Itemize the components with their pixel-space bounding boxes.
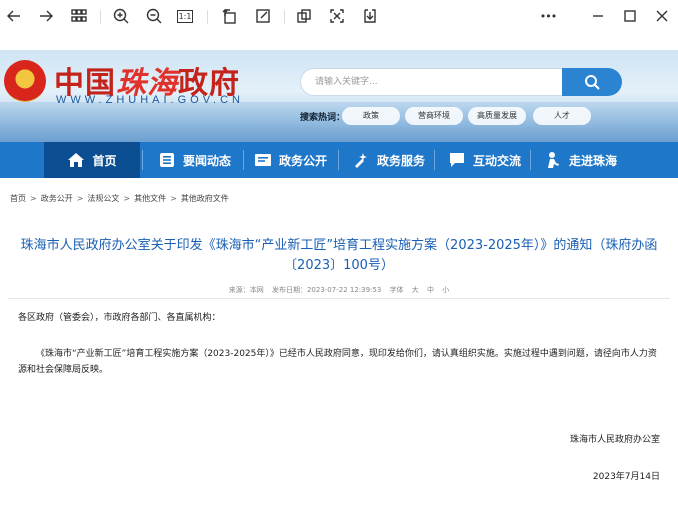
hot-tag[interactable]: 高质量发展 [468,107,526,125]
article-meta: 来源：本网 发布日期：2023-07-22 12:39:53 字体 大 中 小 [0,285,678,295]
meta-date: 发布日期：2023-07-22 12:39:53 [271,286,382,294]
article-body: 《珠海市“产业新工匠”培育工程实施方案（2023-2025年）》已经市人民政府同… [18,349,657,375]
hot-tag[interactable]: 营商环境 [405,107,463,125]
breadcrumb-separator: > [170,194,177,203]
breadcrumb-separator: > [30,194,37,203]
national-emblem-icon [4,60,46,102]
viewer-toolbar: 1:1 ••• [0,0,678,32]
zoom-out-icon[interactable] [144,6,164,26]
logo-url: WWW.ZHUHAI.GOV.CN [56,94,244,106]
fit-screen-icon[interactable] [327,6,347,26]
nav-divider [338,150,339,170]
breadcrumb-item[interactable]: 法规公文 [87,194,119,203]
breadcrumb-item[interactable]: 其他文件 [134,194,166,203]
nav-item-label: 互动交流 [473,153,522,168]
font-large-button[interactable]: 大 [412,286,419,294]
maximize-icon[interactable] [620,6,640,26]
breadcrumb-separator: > [123,194,131,203]
nav-item-label: 走进珠海 [569,153,618,168]
back-arrow-icon[interactable] [4,6,24,26]
main-nav: 首页 要闻动态 政务公开 政务服务 互动交流 走进珠海 [0,142,678,178]
nav-item-news[interactable]: 要闻动态 [158,142,231,178]
nav-item-interaction[interactable]: 互动交流 [448,142,521,178]
toolbar-divider [100,10,101,24]
nav-divider [243,150,244,170]
forward-arrow-icon[interactable] [36,6,56,26]
list-icon [254,151,272,169]
more-icon[interactable]: ••• [536,6,560,26]
hot-tag[interactable]: 政策 [342,107,400,125]
nav-item-about-zhuhai[interactable]: 走进珠海 [544,142,617,178]
search-input[interactable]: 请输入关键字... [300,68,564,96]
nav-item-label: 要闻动态 [183,153,232,168]
search-icon [585,75,600,90]
article-date: 2023年7月14日 [592,472,660,482]
nav-divider [530,150,531,170]
actual-size-icon[interactable]: 1:1 [177,10,193,23]
article-title: 珠海市人民政府办公室关于印发《珠海市“产业新工匠”培育工程实施方案（2023-2… [20,238,658,273]
nav-item-label: 政务公开 [279,153,328,168]
actual-size-label: 1:1 [178,12,192,21]
font-small-button[interactable]: 小 [442,286,449,294]
font-medium-button[interactable]: 中 [427,286,434,294]
close-icon[interactable] [652,6,672,26]
minimize-icon[interactable] [588,6,608,26]
nav-item-home[interactable]: 首页 [44,142,140,178]
breadcrumb-item[interactable]: 首页 [10,194,26,203]
download-icon[interactable] [360,6,380,26]
service-icon [352,151,370,169]
breadcrumb-item[interactable]: 政务公开 [41,194,73,203]
hot-words-label: 搜索热词： [300,113,346,123]
article-signature: 珠海市人民政府办公室 [569,435,660,445]
toolbar-divider [207,10,208,24]
breadcrumb: 首页 > 政务公开 > 法规公文 > 其他文件 > 其他政府文件 [10,193,229,204]
zoom-in-icon[interactable] [111,6,131,26]
copy-page-icon[interactable] [294,6,314,26]
nav-item-gov-affairs[interactable]: 政务公开 [254,142,327,178]
more-label: ••• [539,9,557,23]
title-divider [8,298,670,299]
chat-icon [448,151,466,169]
hot-tag[interactable]: 人才 [533,107,591,125]
breadcrumb-item[interactable]: 其他政府文件 [181,194,229,203]
edit-icon[interactable] [253,6,273,26]
person-icon [544,151,562,169]
meta-source: 来源：本网 [228,286,264,294]
article-salutation: 各区政府（管委会），市政府各部门、各直属机构： [18,313,221,323]
search-button[interactable] [562,68,622,96]
nav-divider [434,150,435,170]
grid-view-icon[interactable] [69,6,89,26]
breadcrumb-separator: > [76,194,84,203]
site-header: 中国珠海政府 WWW.ZHUHAI.GOV.CN 请输入关键字... 搜索热词：… [0,50,678,142]
nav-item-services[interactable]: 政务服务 [352,142,425,178]
home-icon [67,151,85,169]
toolbar-divider [284,10,285,24]
nav-divider [142,150,143,170]
meta-font-label: 字体 [389,286,404,294]
rotate-icon[interactable] [220,6,240,26]
nav-item-label: 首页 [92,153,117,168]
news-icon [158,151,176,169]
nav-item-label: 政务服务 [377,153,426,168]
